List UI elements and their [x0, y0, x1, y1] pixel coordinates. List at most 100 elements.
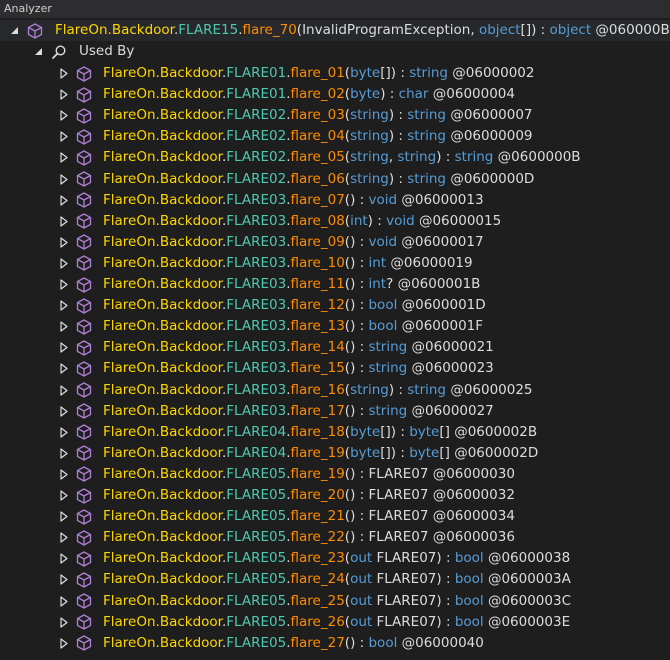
- used-by-item-row[interactable]: FlareOn.Backdoor.FLARE05.flare_19() : FL…: [0, 464, 670, 485]
- used-by-item-row[interactable]: FlareOn.Backdoor.FLARE02.flare_04(string…: [0, 126, 670, 147]
- used-by-item-row[interactable]: FlareOn.Backdoor.FLARE03.flare_09() : vo…: [0, 232, 670, 253]
- return-type: string: [407, 128, 447, 145]
- method-cube-icon: [75, 422, 93, 443]
- expand-triangle-icon[interactable]: [58, 380, 70, 401]
- expand-triangle-icon[interactable]: [58, 401, 70, 422]
- method-name: flare_24: [290, 571, 345, 588]
- param-part: []: [380, 423, 391, 440]
- expand-triangle-icon[interactable]: [58, 506, 70, 527]
- used-by-item-row[interactable]: FlareOn.Backdoor.FLARE03.flare_13() : bo…: [0, 316, 670, 337]
- analyzer-tree[interactable]: FlareOn.Backdoor.FLARE15.flare_70(Invali…: [0, 18, 670, 660]
- used-by-item-row[interactable]: FlareOn.Backdoor.FLARE03.flare_17() : st…: [0, 401, 670, 422]
- expand-triangle-icon[interactable]: [58, 169, 70, 190]
- param-part: string: [350, 149, 389, 166]
- method-signature: FlareOn.Backdoor.FLARE01.flare_02(byte) …: [103, 86, 515, 103]
- method-signature: FlareOn.Backdoor.FLARE05.flare_21() : FL…: [103, 508, 515, 525]
- method-signature: FlareOn.Backdoor.FLARE03.flare_09() : vo…: [103, 233, 484, 250]
- tree-root-row[interactable]: FlareOn.Backdoor.FLARE15.flare_70(Invali…: [0, 20, 670, 41]
- expand-triangle-icon[interactable]: [58, 358, 70, 379]
- metadata-token: @06000030: [432, 465, 515, 482]
- metadata-token: @0600002D: [454, 444, 539, 461]
- used-by-item-row[interactable]: FlareOn.Backdoor.FLARE03.flare_08(int) :…: [0, 211, 670, 232]
- expand-triangle-icon[interactable]: [58, 63, 70, 84]
- expand-triangle-icon[interactable]: [58, 337, 70, 358]
- used-by-item-row[interactable]: FlareOn.Backdoor.FLARE05.flare_25(out FL…: [0, 591, 670, 612]
- method-cube-icon: [75, 316, 93, 337]
- method-name: flare_13: [290, 318, 345, 335]
- method-signature: FlareOn.Backdoor.FLARE05.flare_26(out FL…: [103, 613, 571, 630]
- method-name: flare_05: [290, 149, 345, 166]
- expand-triangle-icon[interactable]: [58, 295, 70, 316]
- root-method-name: flare_70: [242, 22, 297, 38]
- used-by-item-row[interactable]: FlareOn.Backdoor.FLARE03.flare_14() : st…: [0, 337, 670, 358]
- expand-triangle-icon[interactable]: [58, 316, 70, 337]
- used-by-item-row[interactable]: FlareOn.Backdoor.FLARE05.flare_24(out FL…: [0, 569, 670, 590]
- method-name: flare_21: [290, 508, 345, 525]
- analyzer-panel-header: Analyzer: [0, 0, 670, 18]
- class-name: FLARE03: [226, 233, 287, 250]
- used-by-item-row[interactable]: FlareOn.Backdoor.FLARE05.flare_23(out FL…: [0, 548, 670, 569]
- metadata-token: @06000027: [411, 402, 494, 419]
- class-name: FLARE02: [226, 170, 287, 187]
- expand-triangle-icon[interactable]: [58, 422, 70, 443]
- method-name: flare_27: [290, 634, 345, 651]
- used-by-item-row[interactable]: FlareOn.Backdoor.FLARE03.flare_12() : bo…: [0, 295, 670, 316]
- namespace: FlareOn.Backdoor: [103, 529, 222, 546]
- expand-triangle-icon[interactable]: [58, 253, 70, 274]
- collapse-triangle-icon[interactable]: [8, 20, 20, 41]
- expand-triangle-icon[interactable]: [58, 443, 70, 464]
- param-part: string: [350, 170, 389, 187]
- expand-triangle-icon[interactable]: [58, 591, 70, 612]
- expand-triangle-icon[interactable]: [58, 147, 70, 168]
- used-by-item-row[interactable]: FlareOn.Backdoor.FLARE03.flare_07() : vo…: [0, 190, 670, 211]
- class-name: FLARE04: [226, 444, 287, 461]
- used-by-item-row[interactable]: FlareOn.Backdoor.FLARE02.flare_05(string…: [0, 147, 670, 168]
- expand-triangle-icon[interactable]: [58, 211, 70, 232]
- method-cube-icon: [75, 633, 93, 654]
- expand-triangle-icon[interactable]: [58, 527, 70, 548]
- used-by-item-row[interactable]: FlareOn.Backdoor.FLARE01.flare_02(byte) …: [0, 84, 670, 105]
- expand-triangle-icon[interactable]: [58, 105, 70, 126]
- expand-triangle-icon[interactable]: [58, 190, 70, 211]
- method-cube-icon: [75, 548, 93, 569]
- used-by-item-row[interactable]: FlareOn.Backdoor.FLARE05.flare_22() : FL…: [0, 527, 670, 548]
- used-by-item-row[interactable]: FlareOn.Backdoor.FLARE02.flare_03(string…: [0, 105, 670, 126]
- method-signature: FlareOn.Backdoor.FLARE03.flare_14() : st…: [103, 339, 494, 356]
- used-by-item-row[interactable]: FlareOn.Backdoor.FLARE05.flare_21() : FL…: [0, 506, 670, 527]
- method-signature: FlareOn.Backdoor.FLARE03.flare_13() : bo…: [103, 318, 484, 335]
- return-type: bool: [368, 297, 398, 314]
- used-by-item-row[interactable]: FlareOn.Backdoor.FLARE03.flare_15() : st…: [0, 358, 670, 379]
- metadata-token: @0600001D: [401, 297, 486, 314]
- method-signature: FlareOn.Backdoor.FLARE01.flare_01(byte[]…: [103, 65, 535, 81]
- expand-triangle-icon[interactable]: [58, 84, 70, 105]
- expand-triangle-icon[interactable]: [58, 485, 70, 506]
- used-by-item-row[interactable]: FlareOn.Backdoor.FLARE02.flare_06(string…: [0, 169, 670, 190]
- collapse-triangle-icon[interactable]: [32, 41, 44, 62]
- used-by-item-row[interactable]: FlareOn.Backdoor.FLARE05.flare_20() : FL…: [0, 485, 670, 506]
- metadata-token: @06000038: [487, 550, 571, 567]
- expand-triangle-icon[interactable]: [58, 633, 70, 654]
- used-by-item-row[interactable]: FlareOn.Backdoor.FLARE03.flare_10() : in…: [0, 253, 670, 274]
- used-by-item-row[interactable]: FlareOn.Backdoor.FLARE05.flare_27() : bo…: [0, 633, 670, 654]
- used-by-item-row[interactable]: FlareOn.Backdoor.FLARE03.flare_16(string…: [0, 380, 670, 401]
- expand-triangle-icon[interactable]: [58, 126, 70, 147]
- method-cube-icon: [26, 20, 44, 41]
- expand-triangle-icon[interactable]: [58, 274, 70, 295]
- expand-triangle-icon[interactable]: [58, 569, 70, 590]
- expand-triangle-icon[interactable]: [58, 464, 70, 485]
- used-by-item-row[interactable]: FlareOn.Backdoor.FLARE03.flare_11() : in…: [0, 274, 670, 295]
- method-signature: FlareOn.Backdoor.FLARE04.flare_19(byte[]…: [103, 444, 539, 461]
- metadata-token: @06000007: [450, 107, 533, 124]
- method-name: flare_26: [290, 613, 345, 630]
- used-by-item-row[interactable]: FlareOn.Backdoor.FLARE04.flare_18(byte[]…: [0, 422, 670, 443]
- namespace: FlareOn.Backdoor: [103, 613, 222, 630]
- param-part: out: [350, 571, 373, 588]
- used-by-item-row[interactable]: FlareOn.Backdoor.FLARE05.flare_26(out FL…: [0, 612, 670, 633]
- expand-triangle-icon[interactable]: [58, 612, 70, 633]
- used-by-row[interactable]: Used By: [0, 41, 670, 62]
- expand-triangle-icon[interactable]: [58, 232, 70, 253]
- used-by-item-row[interactable]: FlareOn.Backdoor.FLARE01.flare_01(byte[]…: [0, 63, 670, 84]
- expand-triangle-icon[interactable]: [58, 548, 70, 569]
- used-by-item-row[interactable]: FlareOn.Backdoor.FLARE04.flare_19(byte[]…: [0, 443, 670, 464]
- metadata-token: @0600003A: [487, 571, 571, 588]
